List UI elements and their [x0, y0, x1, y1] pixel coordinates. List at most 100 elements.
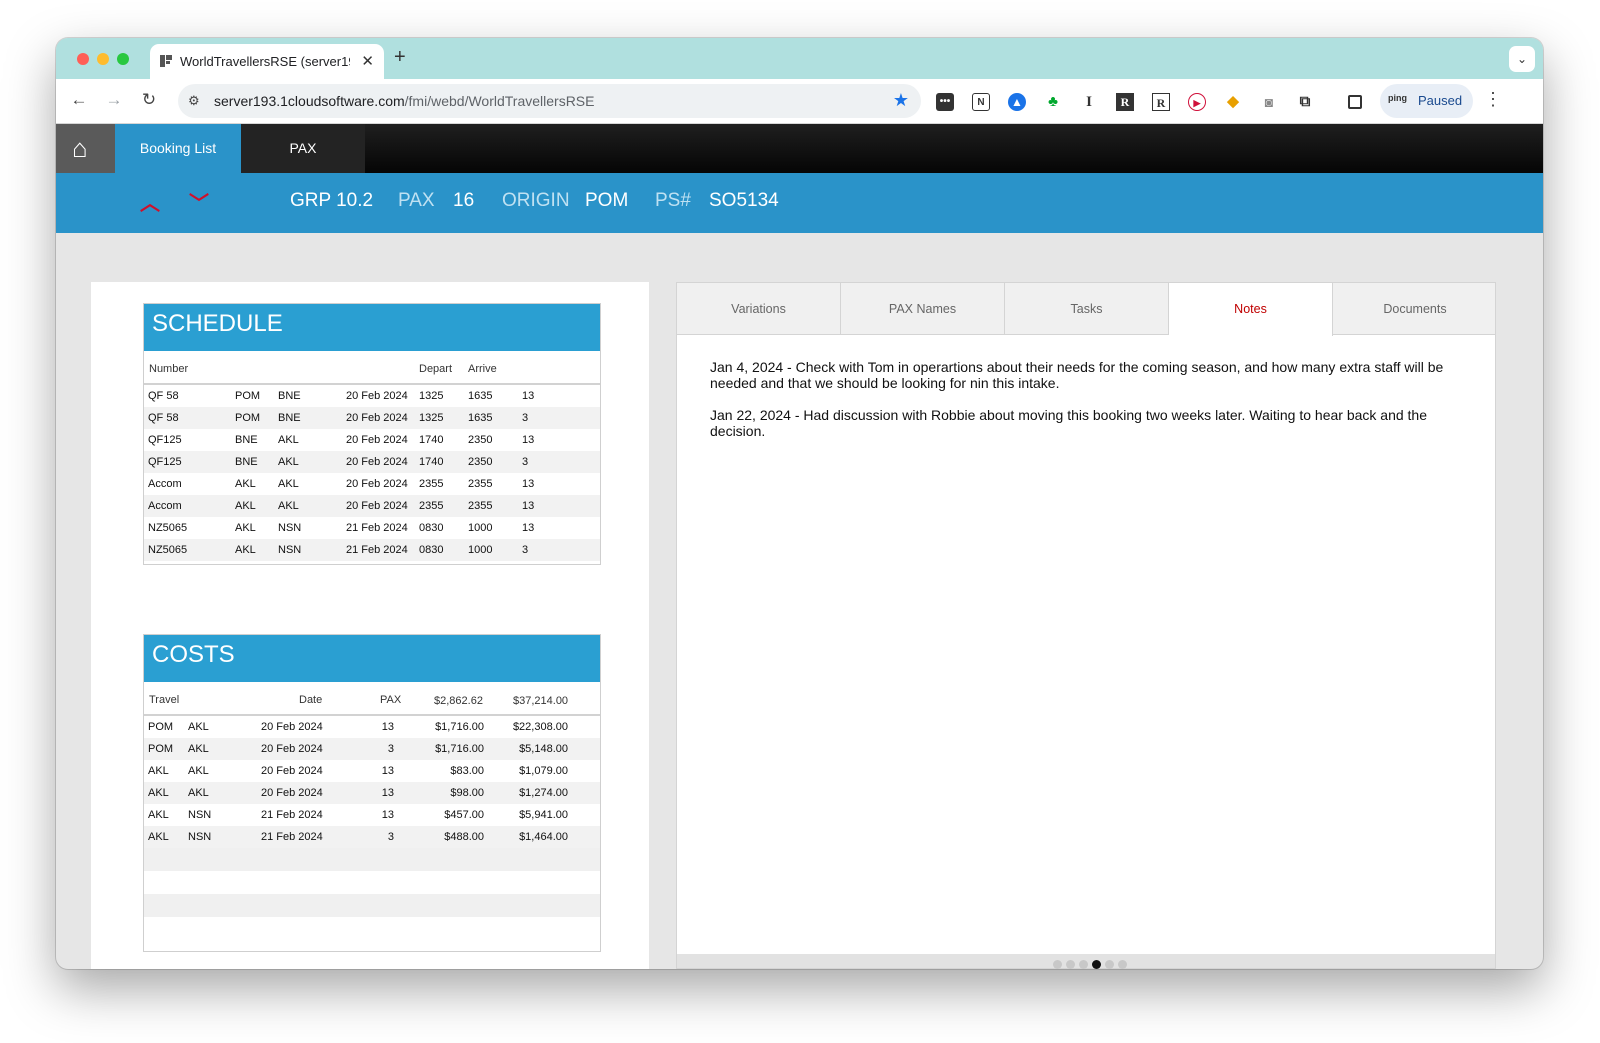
- from-code: AKL: [148, 809, 169, 821]
- pager-dot[interactable]: [1066, 960, 1075, 969]
- puzzle-icon[interactable]: ⧉: [1296, 93, 1314, 111]
- pax-count: 3: [522, 456, 529, 468]
- table-row[interactable]: Accom AKL AKL 20 Feb 2024 2355 2355 13: [144, 473, 600, 495]
- reload-icon[interactable]: ↻: [138, 90, 160, 110]
- maximize-window-button[interactable]: [117, 53, 129, 65]
- table-row[interactable]: QF 58 POM BNE 20 Feb 2024 1325 1635 13: [144, 385, 600, 407]
- from-code: BNE: [235, 434, 258, 446]
- minimize-window-button[interactable]: [97, 53, 109, 65]
- costs-header-row: Travel Date PAX $2,862.62 $37,214.00: [144, 682, 600, 716]
- browser-tab[interactable]: WorldTravellersRSE (server193.1cloudsoft…: [150, 44, 384, 79]
- from-code: BNE: [235, 456, 258, 468]
- pager-dot[interactable]: [1079, 960, 1088, 969]
- notion-icon[interactable]: N: [972, 93, 990, 111]
- flight-number: QF 58: [148, 390, 179, 402]
- tab-booking-list[interactable]: Booking List: [115, 124, 241, 173]
- table-row[interactable]: Accom AKL AKL 20 Feb 2024 2355 2355 13: [144, 495, 600, 517]
- total-cost: $1,274.00: [519, 787, 568, 799]
- flight-number: QF125: [148, 456, 182, 468]
- back-icon[interactable]: ←: [68, 90, 90, 110]
- group-number: GRP 10.2: [290, 190, 374, 211]
- profile-button[interactable]: ping Paused: [1380, 84, 1473, 118]
- camera-icon[interactable]: ◙: [1260, 93, 1278, 111]
- empty-row: [144, 894, 600, 917]
- total-cost: $1,079.00: [519, 765, 568, 777]
- tab-title: WorldTravellersRSE (server193.1cloudsoft…: [180, 54, 350, 69]
- close-window-button[interactable]: [77, 53, 89, 65]
- table-row[interactable]: POM AKL 20 Feb 2024 13 $1,716.00 $22,308…: [144, 716, 600, 738]
- from-code: AKL: [148, 787, 169, 799]
- new-tab-icon[interactable]: +: [394, 46, 406, 69]
- date: 20 Feb 2024: [346, 456, 408, 468]
- chevron-down-icon[interactable]: ﹀: [189, 187, 209, 216]
- table-row[interactable]: AKL AKL 20 Feb 2024 13 $83.00 $1,079.00: [144, 760, 600, 782]
- total-cost: $5,941.00: [519, 809, 568, 821]
- table-row[interactable]: AKL NSN 21 Feb 2024 3 $488.00 $1,464.00: [144, 826, 600, 848]
- astro-icon[interactable]: ▲: [1008, 93, 1026, 111]
- evernote-icon[interactable]: ♣: [1044, 93, 1062, 111]
- sidebar-icon[interactable]: [1348, 95, 1362, 109]
- depart-time: 1325: [419, 412, 444, 424]
- table-row[interactable]: QF125 BNE AKL 20 Feb 2024 1740 2350 3: [144, 451, 600, 473]
- date: 20 Feb 2024: [346, 412, 408, 424]
- table-row[interactable]: QF125 BNE AKL 20 Feb 2024 1740 2350 13: [144, 429, 600, 451]
- close-tab-icon[interactable]: ✕: [361, 52, 374, 70]
- table-row[interactable]: NZ5065 AKL NSN 21 Feb 2024 0830 1000 13: [144, 517, 600, 539]
- tab-pax-names[interactable]: PAX Names: [841, 283, 1005, 335]
- tab-tasks[interactable]: Tasks: [1005, 283, 1169, 335]
- depart-time: 1740: [419, 456, 444, 468]
- reader-icon[interactable]: R: [1152, 93, 1170, 111]
- bookmark-star-icon[interactable]: ★: [893, 90, 909, 111]
- from-code: POM: [235, 390, 261, 402]
- pager-dots: [1053, 956, 1131, 969]
- depart-time: 0830: [419, 522, 444, 534]
- chevron-up-icon[interactable]: ︿: [140, 187, 160, 216]
- date: 21 Feb 2024: [261, 831, 323, 843]
- tab-notes[interactable]: Notes: [1169, 283, 1333, 336]
- date: 20 Feb 2024: [261, 787, 323, 799]
- depart-time: 2355: [419, 500, 444, 512]
- pager-dot[interactable]: [1118, 960, 1127, 969]
- unit-cost: $457.00: [444, 809, 484, 821]
- table-row[interactable]: QF 58 POM BNE 20 Feb 2024 1325 1635 3: [144, 407, 600, 429]
- date: 21 Feb 2024: [346, 522, 408, 534]
- pax-count: 13: [381, 765, 394, 777]
- address-bar[interactable]: ⚙ server193.1cloudsoftware.com/fmi/webd/…: [178, 84, 921, 118]
- table-row[interactable]: NZ5065 AKL NSN 21 Feb 2024 0830 1000 3: [144, 539, 600, 561]
- pager-dot-active[interactable]: [1092, 960, 1101, 969]
- pager-dot[interactable]: [1053, 960, 1062, 969]
- detail-panel: Variations PAX Names Tasks Notes Documen…: [676, 282, 1496, 969]
- date: 20 Feb 2024: [346, 500, 408, 512]
- table-row[interactable]: POM AKL 20 Feb 2024 3 $1,716.00 $5,148.0…: [144, 738, 600, 760]
- notes-field[interactable]: Jan 4, 2024 - Check with Tom in operarti…: [710, 359, 1470, 455]
- extension-icon[interactable]: •••: [936, 93, 954, 111]
- video-icon[interactable]: ▶: [1188, 93, 1206, 111]
- menu-icon[interactable]: ⋮: [1484, 89, 1502, 110]
- instapaper-icon[interactable]: I: [1080, 93, 1098, 111]
- home-button[interactable]: ⌂: [56, 124, 115, 173]
- color-picker-icon[interactable]: ◆: [1224, 93, 1242, 111]
- pax-count: 13: [522, 478, 535, 490]
- to-code: AKL: [278, 434, 299, 446]
- total-cost: $1,464.00: [519, 831, 568, 843]
- arrive-time: 1635: [468, 390, 493, 402]
- to-code: AKL: [188, 787, 209, 799]
- home-icon: ⌂: [72, 133, 88, 163]
- schedule-rows: QF 58 POM BNE 20 Feb 2024 1325 1635 13 Q…: [144, 385, 600, 561]
- readwise-icon[interactable]: R: [1116, 93, 1134, 111]
- to-code: NSN: [188, 809, 212, 821]
- table-row[interactable]: AKL AKL 20 Feb 2024 13 $98.00 $1,274.00: [144, 782, 600, 804]
- pax-label: PAX: [398, 190, 435, 211]
- origin-value: POM: [585, 190, 629, 211]
- forward-icon[interactable]: →: [103, 90, 125, 110]
- filemaker-icon: [160, 55, 172, 67]
- tab-search-icon[interactable]: ⌄: [1509, 46, 1535, 72]
- pager-dot[interactable]: [1105, 960, 1114, 969]
- tab-documents[interactable]: Documents: [1333, 283, 1497, 335]
- ps-value: SO5134: [709, 190, 779, 211]
- tab-pax[interactable]: PAX: [241, 124, 365, 173]
- site-info-icon[interactable]: ⚙: [188, 93, 200, 109]
- tab-variations[interactable]: Variations: [677, 283, 841, 335]
- date: 20 Feb 2024: [346, 478, 408, 490]
- table-row[interactable]: AKL NSN 21 Feb 2024 13 $457.00 $5,941.00: [144, 804, 600, 826]
